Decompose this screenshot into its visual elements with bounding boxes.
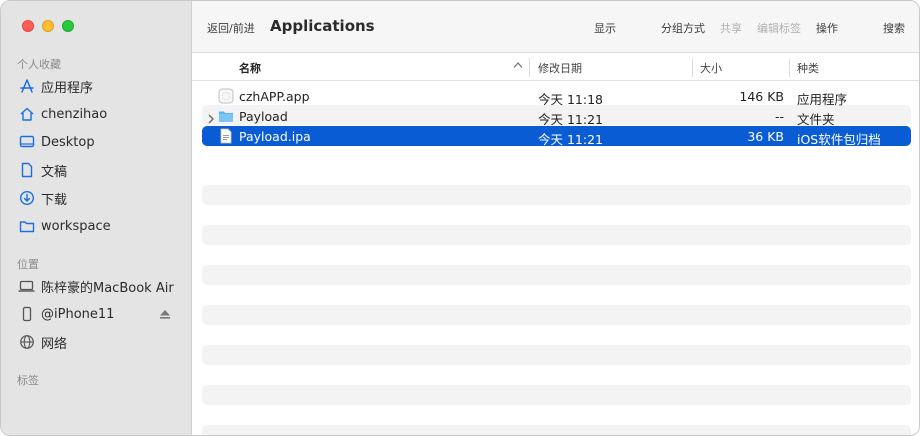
close-button[interactable] [22, 20, 34, 32]
sidebar-item-macbook[interactable]: 陈梓豪的MacBook Air [1, 274, 191, 298]
favorites-section-title: 个人收藏 [17, 58, 61, 71]
file-icon [218, 128, 234, 144]
column-name[interactable]: 名称 [239, 60, 261, 76]
app-icon [218, 88, 234, 104]
sidebar-item-workspace[interactable]: workspace [1, 214, 191, 238]
sidebar-item-desktop[interactable]: Desktop [1, 130, 191, 154]
desktop-icon [18, 134, 35, 150]
minimize-button[interactable] [42, 20, 54, 32]
sidebar: 个人收藏 应用程序 chenzihao Desktop 文稿 下载 worksp… [1, 1, 192, 435]
phone-icon [18, 306, 35, 322]
sidebar-item-label: 网络 [41, 336, 68, 352]
file-name: Payload [239, 109, 288, 124]
disclosure-triangle-icon[interactable] [207, 110, 215, 124]
folder-icon [18, 218, 35, 234]
file-size: 146 KB [739, 89, 784, 104]
row-stripe [202, 425, 911, 435]
sidebar-item-applications[interactable]: 应用程序 [1, 74, 191, 98]
file-kind: iOS软件包归档 [797, 132, 881, 147]
file-name: czhAPP.app [239, 89, 310, 104]
column-date[interactable]: 修改日期 [538, 60, 582, 76]
group-button[interactable]: 分组方式 [661, 20, 705, 36]
row-stripe [202, 225, 911, 245]
row-stripe [202, 265, 911, 285]
column-divider[interactable] [692, 58, 693, 77]
view-button[interactable]: 显示 [594, 20, 616, 36]
row-stripe [202, 345, 911, 365]
laptop-icon [18, 278, 35, 294]
file-date: 今天 11:21 [538, 132, 603, 147]
document-icon [18, 162, 35, 178]
home-icon [18, 106, 35, 122]
sidebar-item-documents[interactable]: 文稿 [1, 158, 191, 182]
file-name: Payload.ipa [239, 129, 311, 144]
edit-tags-button[interactable]: 编辑标签 [757, 20, 801, 36]
file-size: 36 KB [747, 129, 784, 144]
sidebar-item-label: 文稿 [41, 164, 68, 180]
file-row-selected[interactable]: Payload.ipa 今天 11:21 36 KB iOS软件包归档 [202, 126, 911, 147]
sidebar-item-label: @iPhone11 [41, 306, 115, 322]
sidebar-item-label: 下载 [41, 192, 68, 208]
tags-section-title: 标签 [17, 374, 39, 387]
share-button[interactable]: 共享 [720, 20, 742, 36]
finder-window: 个人收藏 应用程序 chenzihao Desktop 文稿 下载 worksp… [0, 0, 920, 436]
toolbar: 返回/前进 Applications 显示 分组方式 共享 编辑标签 操作 搜索 [192, 1, 919, 53]
sidebar-item-label: 陈梓豪的MacBook Air [41, 280, 174, 296]
back-forward-button[interactable]: 返回/前进 [207, 20, 255, 36]
network-icon [18, 334, 35, 350]
sidebar-item-label: chenzihao [41, 106, 108, 122]
folder-icon [218, 108, 234, 124]
column-kind[interactable]: 种类 [797, 60, 819, 76]
sidebar-item-label: workspace [41, 218, 111, 234]
sidebar-item-downloads[interactable]: 下载 [1, 186, 191, 210]
locations-section-title: 位置 [17, 258, 39, 271]
sidebar-item-home[interactable]: chenzihao [1, 102, 191, 126]
sidebar-item-label: Desktop [41, 134, 95, 150]
search-button[interactable]: 搜索 [883, 20, 905, 36]
action-button[interactable]: 操作 [816, 20, 838, 36]
zoom-button[interactable] [62, 20, 74, 32]
downloads-icon [18, 190, 35, 206]
file-row[interactable]: czhAPP.app 今天 11:18 146 KB 应用程序 [202, 86, 911, 107]
eject-icon[interactable] [158, 306, 172, 322]
sidebar-item-iphone[interactable]: @iPhone11 [1, 302, 191, 326]
column-divider[interactable] [529, 58, 530, 77]
file-size: -- [774, 109, 784, 124]
column-size[interactable]: 大小 [700, 60, 722, 76]
row-stripe [202, 305, 911, 325]
window-title: Applications [270, 17, 375, 35]
applications-icon [18, 78, 35, 94]
column-header: 名称 修改日期 大小 种类 [192, 54, 919, 81]
sidebar-item-label: 应用程序 [41, 80, 94, 96]
column-divider[interactable] [789, 58, 790, 77]
file-row[interactable]: Payload 今天 11:21 -- 文件夹 [202, 106, 911, 127]
row-stripe [202, 385, 911, 405]
sort-ascending-icon [513, 59, 523, 72]
row-stripe [202, 185, 911, 205]
sidebar-item-network[interactable]: 网络 [1, 330, 191, 354]
file-list: czhAPP.app 今天 11:18 146 KB 应用程序 Payload … [192, 81, 919, 435]
window-controls [22, 20, 74, 32]
